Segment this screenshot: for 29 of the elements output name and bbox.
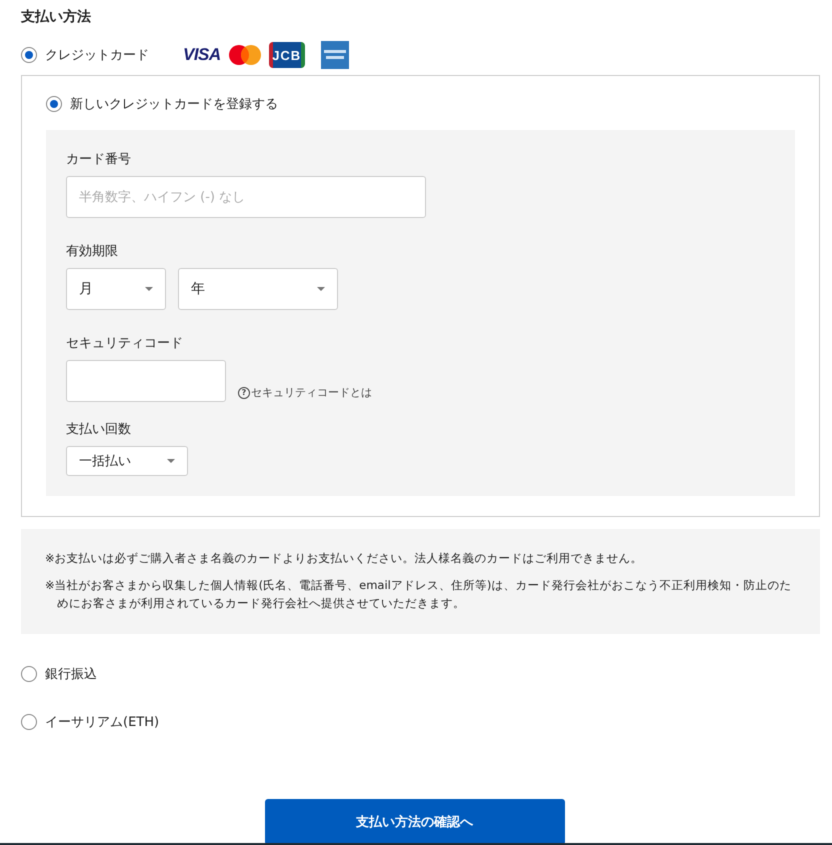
radio-button[interactable] — [21, 666, 37, 682]
caret-icon — [317, 287, 325, 291]
caret-icon — [145, 287, 153, 291]
year-select[interactable]: 年 — [178, 268, 338, 310]
radio-label: クレジットカード — [45, 47, 149, 64]
month-select[interactable]: 月 — [66, 268, 166, 310]
field-label: カード番号 — [66, 151, 132, 168]
section-title: 支払い方法 — [21, 8, 92, 26]
radio-button[interactable] — [46, 96, 62, 112]
confirm-button[interactable]: 支払い方法の確認へ — [264, 799, 564, 845]
amex-logo — [320, 41, 349, 69]
field-label: 有効期限 — [66, 243, 119, 260]
field-label: 支払い回数 — [66, 421, 132, 438]
radio-label: イーサリアム(ETH) — [45, 714, 160, 731]
field-label: セキュリティコード — [66, 335, 184, 352]
notice-text: ※お支払いは必ずご購入者さま名義のカードよりお支払いください。法人様名義のカードはご利用できません。 — [45, 550, 644, 567]
caret-icon — [167, 459, 175, 463]
notice-text: ※当社がお客さまから収集した個人情報(氏名、電話番号、emailアドレス、住所等)は、カード発行会社がおこなう不正利用検知・防止のためにお客さまが利用されているカード発行会社へ提供させていただきます。 — [45, 577, 792, 612]
help-icon: ? — [238, 386, 250, 398]
radio-label: 銀行振込 — [45, 666, 97, 683]
radio-button[interactable] — [21, 47, 37, 63]
help-link[interactable]: セキュリティコードとは — [251, 385, 372, 400]
installments-select[interactable]: 一括払い — [66, 446, 188, 476]
visa-logo: VISA — [183, 45, 221, 65]
security-code-field[interactable] — [66, 360, 226, 402]
radio-button[interactable] — [21, 714, 37, 730]
radio-label: 新しいクレジットカードを登録する — [70, 96, 278, 113]
mastercard-logo — [228, 45, 261, 65]
card-number-field[interactable]: 半角数字、ハイフン (-) なし — [66, 176, 426, 218]
